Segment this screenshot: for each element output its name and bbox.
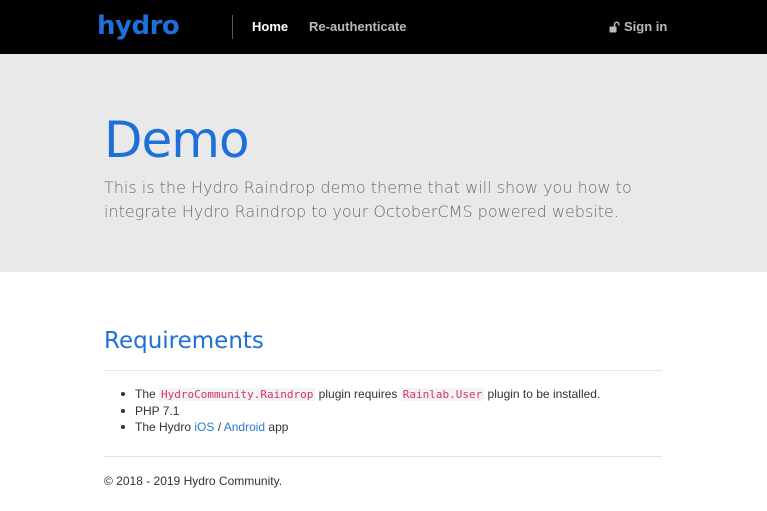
android-link[interactable]: Android <box>224 420 265 434</box>
item-text: plugin requires <box>315 387 401 401</box>
requirements-heading: Requirements <box>104 328 264 354</box>
unlock-icon <box>609 21 620 33</box>
item-text: app <box>265 420 289 434</box>
requirements-list: The HydroCommunity.Raindrop plugin requi… <box>118 386 600 435</box>
page-title: Demo <box>104 111 250 169</box>
signin-label: Sign in <box>624 19 668 34</box>
navbar: hydro Home Re-authenticate Sign in <box>0 0 767 54</box>
divider <box>104 370 662 371</box>
list-item: The Hydro iOS / Android app <box>118 419 600 435</box>
nav-divider <box>232 15 233 39</box>
brand-logo[interactable]: hydro <box>97 9 180 43</box>
item-text: The Hydro <box>135 420 195 434</box>
signin-link[interactable]: Sign in <box>609 19 667 35</box>
item-text: / <box>214 420 224 434</box>
footer-copyright: © 2018 - 2019 Hydro Community. <box>104 474 283 488</box>
plugin-code: HydroCommunity.Raindrop <box>159 388 316 401</box>
list-item: The HydroCommunity.Raindrop plugin requi… <box>118 386 600 403</box>
item-text: PHP 7.1 <box>135 404 180 418</box>
plugin-code: Rainlab.User <box>400 388 485 401</box>
hero-lead-text: This is the Hydro Raindrop demo theme th… <box>104 178 632 221</box>
nav-link-reauthenticate[interactable]: Re-authenticate <box>309 19 407 35</box>
item-text: plugin to be installed. <box>484 387 601 401</box>
ios-link[interactable]: iOS <box>194 420 214 434</box>
hero-section: Demo This is the Hydro Raindrop demo the… <box>0 54 767 272</box>
nav-link-home[interactable]: Home <box>252 19 288 35</box>
divider <box>104 456 662 457</box>
list-item: PHP 7.1 <box>118 403 600 419</box>
item-text: The <box>135 387 160 401</box>
